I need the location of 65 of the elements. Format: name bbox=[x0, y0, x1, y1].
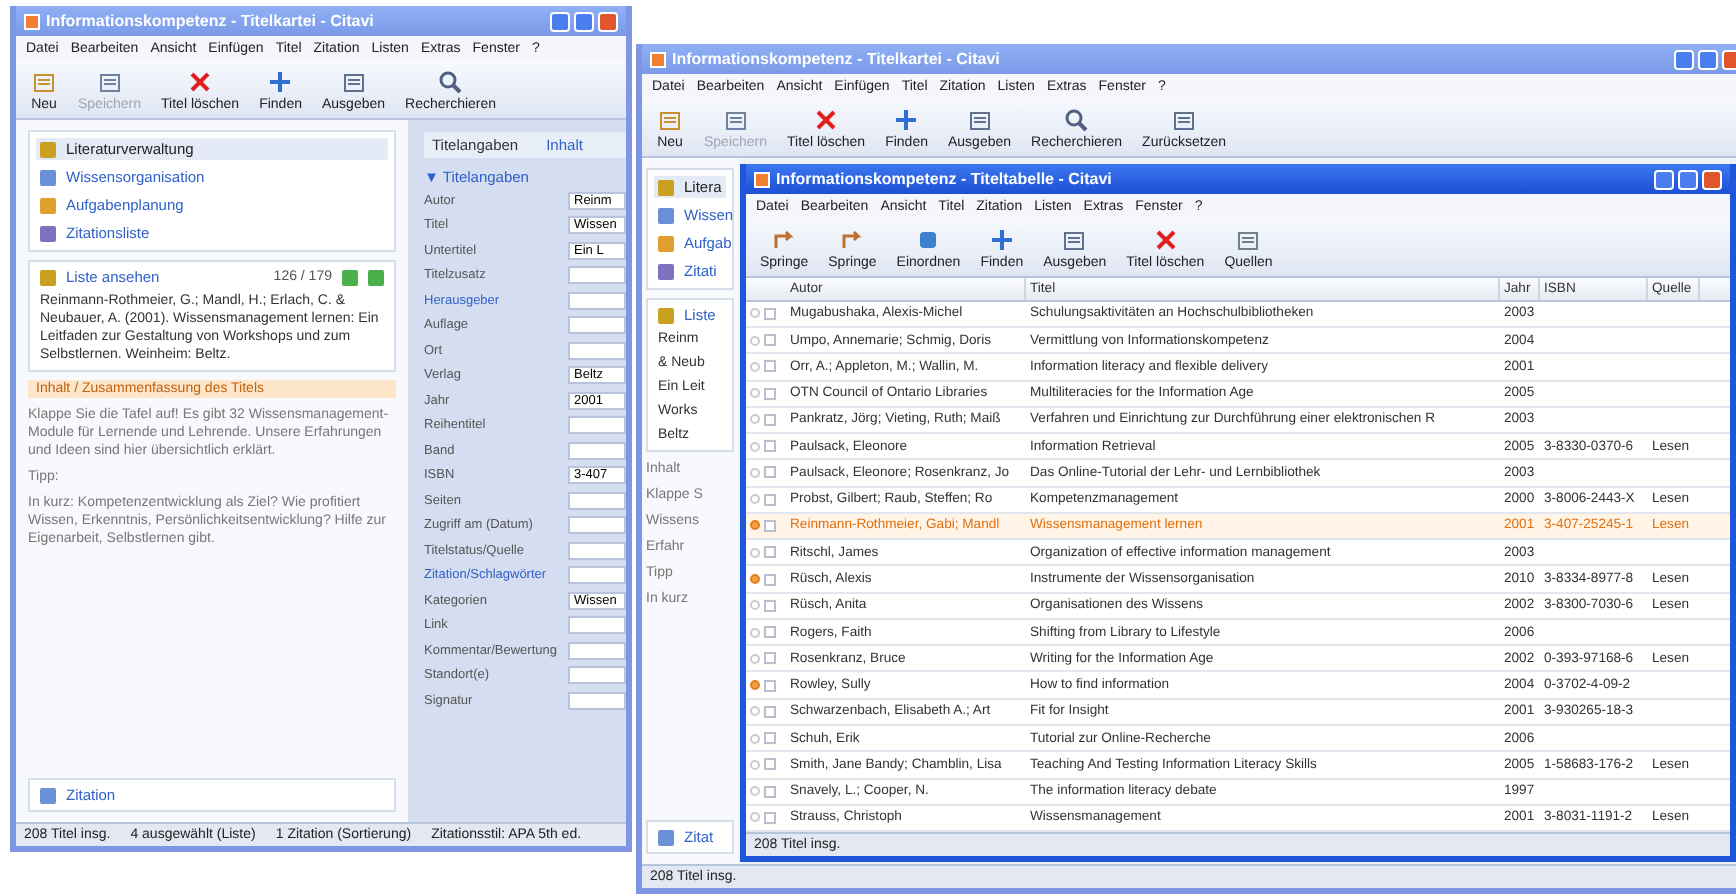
maximize-button[interactable] bbox=[1678, 169, 1698, 189]
minimize-button[interactable] bbox=[1674, 49, 1694, 69]
quote-icon bbox=[658, 829, 674, 845]
app-icon bbox=[650, 51, 666, 67]
input-field[interactable] bbox=[568, 541, 626, 560]
maximize-button[interactable] bbox=[1698, 49, 1718, 69]
input-field[interactable] bbox=[568, 691, 626, 710]
checkbox[interactable] bbox=[764, 466, 776, 479]
arrow-icon bbox=[770, 225, 799, 253]
input-field[interactable] bbox=[568, 616, 626, 635]
checkbox[interactable] bbox=[764, 732, 776, 745]
magnifier-icon bbox=[1062, 105, 1091, 133]
checkbox[interactable] bbox=[764, 387, 776, 400]
checkbox[interactable] bbox=[764, 360, 776, 373]
input-field[interactable] bbox=[568, 516, 626, 535]
checkbox[interactable] bbox=[764, 493, 776, 506]
magnifier-icon bbox=[436, 67, 465, 95]
app-icon bbox=[24, 13, 40, 29]
close-button[interactable] bbox=[1722, 49, 1736, 69]
input-field[interactable] bbox=[568, 416, 626, 435]
window-title: Informationskompetenz - Titeltabelle - Citavi bbox=[776, 170, 1112, 188]
checkbox[interactable] bbox=[764, 334, 776, 347]
prev-button[interactable] bbox=[342, 269, 358, 285]
checkbox[interactable] bbox=[764, 785, 776, 798]
checkbox[interactable] bbox=[764, 758, 776, 771]
quote-icon bbox=[40, 787, 56, 803]
input-field[interactable] bbox=[568, 316, 626, 335]
plus-icon bbox=[892, 105, 921, 133]
input-field[interactable] bbox=[568, 441, 626, 460]
checkbox[interactable] bbox=[764, 519, 776, 532]
cross-icon bbox=[812, 105, 841, 133]
cross-icon bbox=[186, 67, 215, 95]
checkbox[interactable] bbox=[764, 307, 776, 320]
minimize-button[interactable] bbox=[1654, 169, 1674, 189]
checkbox[interactable] bbox=[764, 811, 776, 824]
checkbox[interactable] bbox=[764, 652, 776, 665]
plus-icon bbox=[266, 67, 295, 95]
input-field[interactable] bbox=[568, 266, 626, 285]
window-title: Informationskompetenz - Titelkartei - Citavi bbox=[672, 50, 1000, 68]
checkbox[interactable] bbox=[764, 705, 776, 718]
checkbox[interactable] bbox=[764, 573, 776, 585]
checkbox[interactable] bbox=[764, 599, 776, 612]
checkbox[interactable] bbox=[764, 679, 776, 692]
checkbox[interactable] bbox=[764, 440, 776, 453]
input-field[interactable] bbox=[568, 641, 626, 660]
next-button[interactable] bbox=[368, 269, 384, 285]
list-icon bbox=[658, 307, 674, 323]
app-icon bbox=[754, 171, 770, 187]
input-field[interactable] bbox=[568, 341, 626, 360]
checkbox[interactable] bbox=[764, 626, 776, 639]
input-field[interactable] bbox=[568, 491, 626, 510]
close-button[interactable] bbox=[1702, 169, 1722, 189]
window-title: Informationskompetenz - Titelkartei - Citavi bbox=[46, 12, 374, 30]
input-field[interactable] bbox=[568, 291, 626, 310]
list-icon bbox=[40, 269, 56, 285]
checkbox[interactable] bbox=[764, 546, 776, 559]
input-field[interactable] bbox=[568, 566, 626, 585]
arrow-icon bbox=[838, 225, 867, 253]
checkbox[interactable] bbox=[764, 413, 776, 426]
minimize-button[interactable] bbox=[550, 11, 570, 31]
maximize-button[interactable] bbox=[574, 11, 594, 31]
input-field[interactable] bbox=[568, 666, 626, 685]
cross-icon bbox=[1151, 225, 1180, 253]
close-button[interactable] bbox=[598, 11, 618, 31]
plus-icon bbox=[987, 225, 1016, 253]
